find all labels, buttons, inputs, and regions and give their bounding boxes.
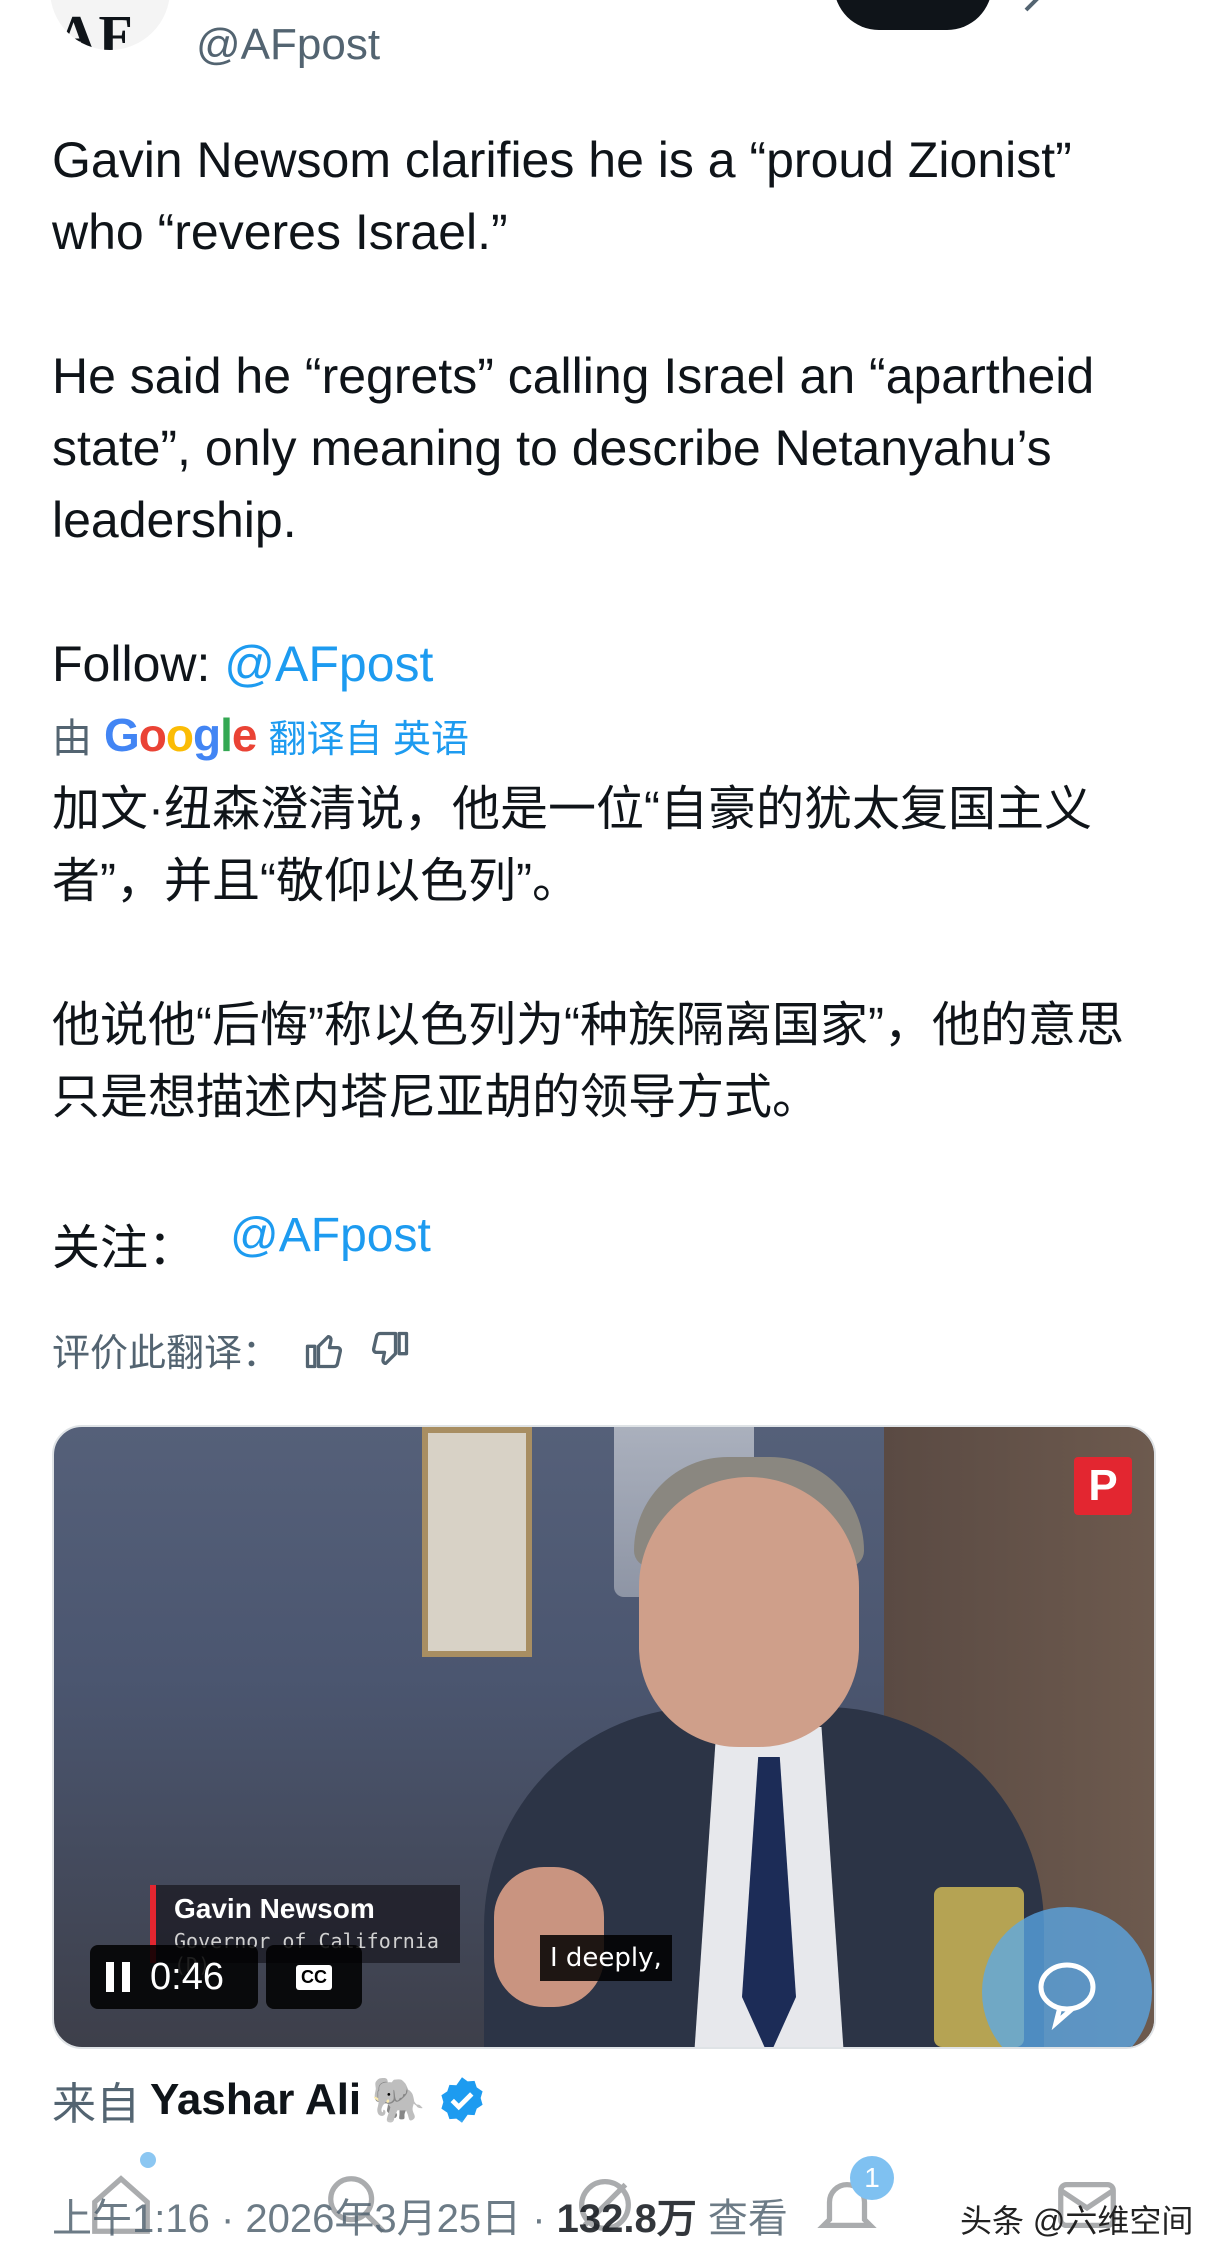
author-handle[interactable]: @AFpost bbox=[196, 20, 380, 70]
translation-attribution: 由 Google 翻译自 英语 bbox=[52, 706, 469, 764]
translated-from-link[interactable]: 翻译自 英语 bbox=[268, 708, 469, 763]
tweet-body: Gavin Newsom clarifies he is a “proud Zi… bbox=[52, 132, 1095, 692]
translated-mention-link[interactable]: @AFpost bbox=[230, 1208, 431, 1278]
captions-button[interactable]: CC bbox=[266, 1945, 362, 2009]
follow-button[interactable] bbox=[834, 0, 992, 30]
video-subtitle: I deeply, bbox=[540, 1935, 672, 1981]
source-name[interactable]: Yashar Ali bbox=[150, 2075, 361, 2125]
translated-follow: 关注： @AFpost bbox=[52, 1208, 431, 1278]
mention-link[interactable]: @AFpost bbox=[224, 636, 433, 692]
pause-icon bbox=[106, 1962, 130, 1992]
floating-reply-button[interactable] bbox=[982, 1907, 1152, 2047]
video-controls: 0:46 CC bbox=[90, 1945, 362, 2009]
translated-text: 加文·纽森澄清说，他是一位“自豪的犹太复国主义者”，并且“敬仰以色列”。 他说他… bbox=[52, 783, 1124, 1124]
chat-bubble-icon bbox=[1038, 1962, 1096, 2031]
rate-translation: 评价此翻译： bbox=[52, 1322, 412, 1377]
translated-by-label: 由 bbox=[52, 717, 92, 761]
video-person-head bbox=[639, 1477, 859, 1747]
pause-button[interactable]: 0:46 bbox=[90, 1945, 258, 2009]
cc-icon: CC bbox=[296, 1964, 332, 1990]
notification-count-badge: 1 bbox=[850, 2156, 894, 2200]
author-avatar[interactable]: AF. bbox=[50, 0, 170, 50]
video-wall-picture bbox=[422, 1427, 532, 1657]
thumbs-down-icon[interactable] bbox=[368, 1328, 412, 1372]
channel-badge: P bbox=[1074, 1457, 1132, 1515]
tweet-metadata: 上午1:16 · 2026年3月25日 · 132.8万 查看 bbox=[52, 2186, 788, 2244]
tweet-text: Gavin Newsom clarifies he is a “proud Zi… bbox=[52, 124, 1162, 700]
video-player[interactable]: P Gavin Newsom Governor of California (D… bbox=[52, 1425, 1156, 2049]
thumbs-up-icon[interactable] bbox=[302, 1328, 346, 1372]
translated-follow-label: 关注： bbox=[52, 1222, 197, 1275]
views-label: 查看 bbox=[696, 2197, 788, 2241]
rate-translation-label: 评价此翻译： bbox=[52, 1333, 281, 1375]
tweet-time: 上午1:16 · 2026年3月25日 · bbox=[52, 2197, 557, 2241]
google-logo: Google bbox=[104, 709, 257, 761]
grok-icon[interactable] bbox=[1016, 0, 1066, 20]
home-indicator-dot bbox=[140, 2152, 156, 2168]
verified-badge-icon bbox=[441, 2077, 483, 2123]
view-count: 132.8万 bbox=[556, 2197, 697, 2241]
avatar-logo: AF. bbox=[56, 5, 146, 50]
video-time: 0:46 bbox=[150, 1955, 224, 1998]
watermark: 头条 @六维空间 bbox=[960, 2203, 1194, 2239]
lower-third-name: Gavin Newsom bbox=[174, 1893, 375, 1924]
elephant-emoji: 🐘 bbox=[371, 2076, 426, 2125]
